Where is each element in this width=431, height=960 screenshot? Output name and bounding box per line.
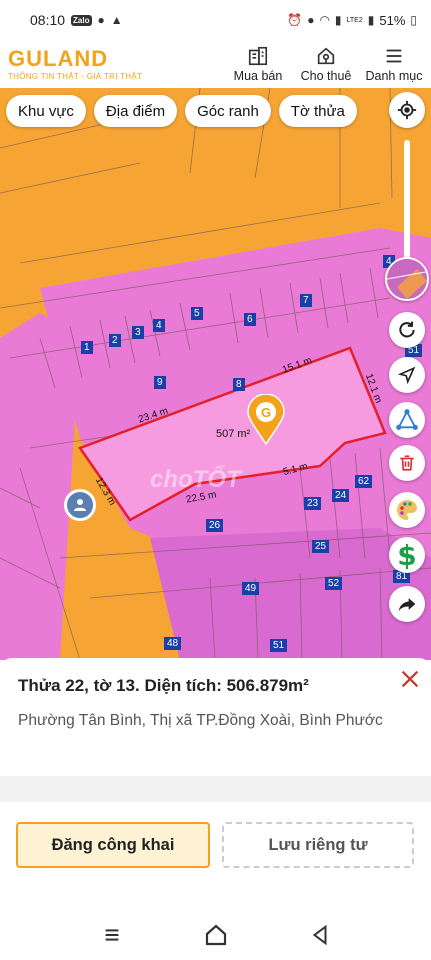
refresh-icon [399,321,415,338]
header-nav: Mua bán Cho thuê Danh mục [229,45,423,83]
app-header: GULAND THÔNG TIN THẬT - GIÁ TRỊ THẬT Mua… [0,40,431,88]
logo-text: GULAND [8,45,109,71]
measure-button[interactable] [389,402,425,438]
signal-icon: ▮ [334,13,342,27]
house-key-icon [317,47,335,65]
trash-icon [400,455,414,471]
nav-cho-thue[interactable]: Cho thuê [297,45,355,83]
close-button[interactable] [397,666,423,692]
save-private-button[interactable]: Lưu riêng tư [222,822,414,868]
measure-tool-icon [396,409,418,430]
location-pin-icon[interactable]: G [246,393,286,451]
chip-khu-vuc[interactable]: Khu vực [6,95,86,127]
publish-public-button[interactable]: Đăng công khai [16,822,210,868]
nav-label: Danh mục [365,69,423,83]
action-bar: Đăng công khai Lưu riêng tư [0,802,431,910]
user-icon [74,499,86,511]
status-bar: 08:10 Zalo ● ▲ ⏰ ● ◠ ▮ LTE2 ▮ 51% ▯ [0,0,431,40]
locate-button[interactable] [389,92,425,128]
back-icon[interactable] [309,924,331,946]
signal-2-icon: ▮ [367,13,375,27]
parcel-info-panel: Thửa 22, tờ 13. Diện tích: 506.879m² Phư… [0,658,431,776]
guland-logo[interactable]: GULAND THÔNG TIN THẬT - GIÁ TRỊ THẬT [8,45,143,81]
map-canvas[interactable] [0,88,431,660]
battery-text: 51% [379,12,406,28]
close-icon [401,670,419,688]
nav-label: Mua bán [233,69,283,83]
map-layer-thumbnail[interactable] [385,257,429,301]
location-icon: ● [307,13,315,27]
building-icon [248,46,268,66]
home-icon[interactable] [204,923,228,947]
svg-text:G: G [261,405,271,420]
palette-icon [397,500,417,520]
crosshair-icon [397,100,417,120]
logo-tagline: THÔNG TIN THẬT - GIÁ TRỊ THẬT [8,71,143,81]
recent-apps-icon[interactable] [101,924,123,946]
facebook-icon: ● [97,13,105,27]
price-button[interactable]: $ [389,537,425,573]
nav-danh-muc[interactable]: Danh mục [365,45,423,83]
filter-chips: Khu vực Địa điểm Góc ranh Tờ thửa [6,95,357,127]
delete-button[interactable] [389,445,425,481]
chip-goc-ranh[interactable]: Góc ranh [185,95,271,127]
nav-mua-ban[interactable]: Mua bán [229,45,287,83]
color-palette-button[interactable] [389,492,425,528]
chip-dia-diem[interactable]: Địa điểm [93,95,178,127]
nav-label: Cho thuê [300,69,352,83]
dollar-icon: $ [397,538,417,572]
share-arrow-icon [398,598,416,612]
share-button[interactable] [389,586,425,622]
network-label: LTE2 [346,16,363,24]
clock: 08:10 [30,12,66,28]
system-nav-bar [0,910,431,960]
warning-icon: ▲ [110,13,123,27]
refresh-button[interactable] [389,312,425,348]
zalo-icon: Zalo [71,14,92,26]
battery-icon: ▯ [410,13,417,27]
navigation-arrow-icon [398,366,416,384]
wifi-icon: ◠ [319,13,330,27]
parcel-address: Phường Tân Bình, Thị xã TP.Đồng Xoài, Bì… [18,712,383,729]
cadastral-map[interactable]: 1 2 3 4 5 6 7 8 9 23 24 25 26 48 49 51 5… [0,88,431,660]
chip-to-thua[interactable]: Tờ thửa [278,95,357,127]
parcel-title: Thửa 22, tờ 13. Diện tích: 506.879m² [18,676,309,695]
menu-icon [386,49,402,63]
alarm-icon: ⏰ [287,13,303,27]
section-divider [0,776,431,802]
navigate-button[interactable] [389,357,425,393]
user-avatar-marker[interactable] [64,489,96,521]
